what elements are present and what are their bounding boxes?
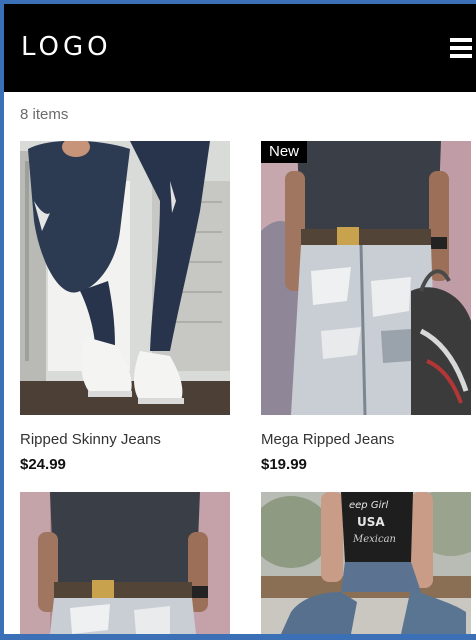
app-frame: LOGO 8 items Ripped Skinny Jeans $24.99 … [4,4,476,634]
item-count: 8 items [20,106,69,123]
hamburger-menu-icon[interactable] [450,38,472,58]
product-image[interactable]: eep Girl USA Mexican [261,492,471,634]
product-image[interactable] [20,492,230,634]
menu-line [450,38,472,42]
svg-text:eep Girl: eep Girl [349,500,388,511]
menu-line [450,54,472,58]
distressed-jeans-belt-photo [20,492,230,634]
product-price: $24.99 [20,456,66,473]
distressed-jeans-bag-photo [261,141,471,415]
svg-text:USA: USA [357,515,385,529]
product-image[interactable] [20,141,230,415]
product-name[interactable]: Mega Ripped Jeans [261,431,476,448]
product-name[interactable]: Ripped Skinny Jeans [20,431,240,448]
menu-line [450,46,472,50]
graphic-tee-jeans-photo: eep Girl USA Mexican [261,492,471,634]
new-badge: New [261,141,308,163]
skinny-jeans-sneakers-photo [20,141,230,415]
product-image[interactable]: New [261,141,471,415]
svg-text:Mexican: Mexican [352,534,396,545]
product-price: $19.99 [261,456,307,473]
site-header: LOGO [4,4,476,92]
logo[interactable]: LOGO [21,32,112,62]
